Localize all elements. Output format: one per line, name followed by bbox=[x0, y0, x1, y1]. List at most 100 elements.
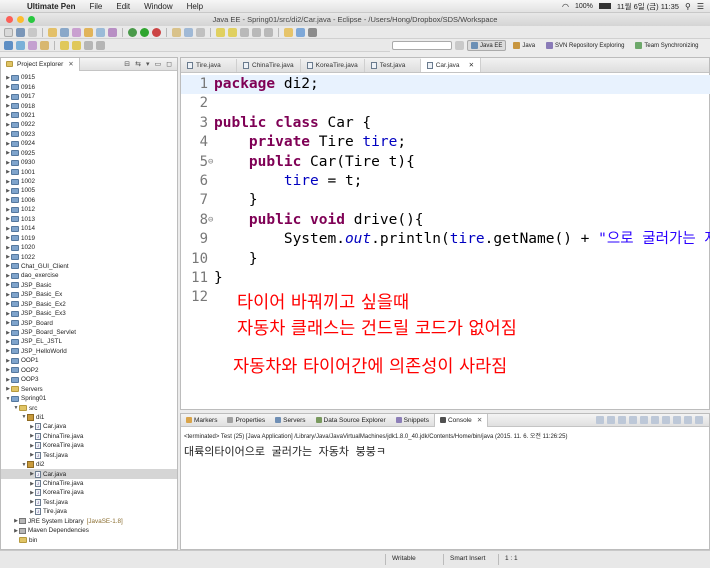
open-console-icon[interactable] bbox=[673, 416, 681, 424]
tree-item[interactable]: ▶ 1005 bbox=[1, 186, 177, 195]
perspective-svn[interactable]: SVN Repository Exploring bbox=[542, 40, 628, 51]
close-window-button[interactable] bbox=[6, 16, 13, 23]
tree-item[interactable]: ▶ JSP_Basic_Ex3 bbox=[1, 309, 177, 318]
minimize-icon[interactable]: ▭ bbox=[155, 60, 162, 68]
tree-item[interactable]: ▶ Maven Dependencies bbox=[1, 526, 177, 535]
tree-item[interactable]: ▶ dao_exercise bbox=[1, 271, 177, 280]
view-tab[interactable]: Console ✕ bbox=[433, 413, 489, 427]
search-icon[interactable] bbox=[184, 27, 193, 37]
new-interface-icon[interactable] bbox=[108, 27, 117, 37]
tree-item[interactable]: ▶ OOP2 bbox=[1, 366, 177, 375]
annotation-prev-icon[interactable] bbox=[228, 27, 237, 37]
tree-item[interactable]: ▶ 0917 bbox=[1, 92, 177, 101]
open-type-hierarchy-icon[interactable] bbox=[284, 27, 293, 37]
fold-collapse-icon[interactable]: ⊖ bbox=[208, 211, 213, 230]
show-whitespace-icon[interactable] bbox=[40, 40, 49, 50]
minimize-window-button[interactable] bbox=[17, 16, 24, 23]
battery-text[interactable]: 100% bbox=[575, 3, 593, 10]
editor-tab[interactable]: Tire.java bbox=[181, 59, 237, 72]
view-tab[interactable]: Servers bbox=[270, 414, 310, 427]
open-folder-icon[interactable] bbox=[172, 27, 181, 37]
tab-project-explorer[interactable]: Project Explorer ✕ bbox=[1, 57, 80, 71]
tree-item[interactable]: ▶ 1001 bbox=[1, 167, 177, 176]
tree-item[interactable]: ▼ di2 bbox=[1, 460, 177, 469]
tree-item[interactable]: ▶ 1002 bbox=[1, 177, 177, 186]
view-tab[interactable]: Snippets bbox=[391, 414, 434, 427]
tree-item[interactable]: ▶ JRE System Library [JavaSE-1.8] bbox=[1, 517, 177, 526]
editor-tab[interactable]: KoreaTire.java bbox=[301, 59, 365, 72]
tree-item[interactable]: ▶ 1006 bbox=[1, 196, 177, 205]
tree-item[interactable]: ▶ J KoreaTire.java bbox=[1, 488, 177, 497]
tree-item[interactable]: ▶ 1014 bbox=[1, 224, 177, 233]
toggle-mark-icon[interactable] bbox=[196, 27, 205, 37]
external-tools-icon[interactable] bbox=[152, 27, 161, 37]
tree-item[interactable]: bin bbox=[1, 535, 177, 544]
tree-item[interactable]: ▶ J Test.java bbox=[1, 498, 177, 507]
tree-item[interactable]: ▶ J Tire.java bbox=[1, 507, 177, 516]
perspective-java-ee[interactable]: Java EE bbox=[467, 40, 507, 51]
last-edit-icon[interactable] bbox=[240, 27, 249, 37]
tree-item[interactable]: ▶ J Car.java bbox=[1, 422, 177, 431]
forward-nav-icon[interactable] bbox=[96, 40, 105, 50]
editor-tab[interactable]: Car.java ✕ bbox=[420, 58, 482, 72]
battery-icon[interactable] bbox=[598, 3, 611, 9]
java-browsing-icon[interactable] bbox=[296, 27, 305, 37]
new-package-icon[interactable] bbox=[84, 27, 93, 37]
tree-item[interactable]: ▶ J ChinaTire.java bbox=[1, 479, 177, 488]
pin-console-icon[interactable] bbox=[651, 416, 659, 424]
terminal-icon[interactable] bbox=[308, 27, 317, 37]
close-icon[interactable]: ✕ bbox=[477, 416, 482, 424]
display-console-icon[interactable] bbox=[662, 416, 670, 424]
tree-item[interactable]: ▶ 0923 bbox=[1, 130, 177, 139]
skip-breakpoints-icon[interactable] bbox=[4, 40, 13, 50]
save-icon[interactable] bbox=[16, 27, 25, 37]
toggle-block-icon[interactable] bbox=[28, 40, 37, 50]
menu-app-name[interactable]: Ultimate Pen bbox=[27, 2, 75, 11]
tree-item[interactable]: ▶ JSP_EL_JSTL bbox=[1, 337, 177, 346]
new-java-project-icon[interactable] bbox=[72, 27, 81, 37]
perspective-team-sync[interactable]: Team Synchronizing bbox=[631, 40, 702, 51]
code-area[interactable]: 1 package di2; 2 3 public class Car { 4 pr… bbox=[181, 75, 710, 410]
tree-item[interactable]: ▶ JSP_HelloWorld bbox=[1, 347, 177, 356]
tree-item[interactable]: ▼ src bbox=[1, 403, 177, 412]
forward-icon[interactable] bbox=[264, 27, 273, 37]
zoom-window-button[interactable] bbox=[28, 16, 35, 23]
tree-item[interactable]: ▼ di1 bbox=[1, 413, 177, 422]
close-tab-icon[interactable]: ✕ bbox=[469, 61, 474, 69]
tree-item[interactable]: ▶ JSP_Board_Servlet bbox=[1, 328, 177, 337]
word-wrap-icon[interactable] bbox=[640, 416, 648, 424]
toggle-breadcrumb-icon[interactable] bbox=[16, 40, 25, 50]
menu-file[interactable]: File bbox=[89, 2, 102, 11]
back-nav-icon[interactable] bbox=[84, 40, 93, 50]
tree-item[interactable]: ▶ J ChinaTire.java bbox=[1, 432, 177, 441]
tree-item[interactable]: ▶ JSP_Basic bbox=[1, 281, 177, 290]
new-icon[interactable] bbox=[4, 27, 13, 37]
tree-item[interactable]: ▶ 0925 bbox=[1, 149, 177, 158]
tree-item[interactable]: ▼ Spring01 bbox=[1, 394, 177, 403]
editor-tab[interactable]: Test.java bbox=[365, 59, 421, 72]
tree-item[interactable]: ▶ 0921 bbox=[1, 111, 177, 120]
tree-item[interactable]: ▶ 0918 bbox=[1, 101, 177, 110]
print-icon[interactable] bbox=[28, 27, 37, 37]
view-tab[interactable]: Properties bbox=[222, 414, 270, 427]
view-tab[interactable]: Data Source Explorer bbox=[311, 414, 391, 427]
minimize-icon[interactable] bbox=[684, 416, 692, 424]
editor-tab[interactable]: ChinaTire.java bbox=[237, 59, 301, 72]
tree-item[interactable]: ▶ JSP_Basic_Ex2 bbox=[1, 300, 177, 309]
tree-item[interactable]: ▶ 0924 bbox=[1, 139, 177, 148]
tree-item[interactable]: ▶ J Car.java bbox=[1, 469, 177, 479]
scroll-lock-icon[interactable] bbox=[629, 416, 637, 424]
spotlight-icon[interactable]: ⚲ bbox=[685, 2, 691, 11]
perspective-java[interactable]: Java bbox=[509, 40, 539, 51]
tree-item[interactable]: ▶ 1012 bbox=[1, 205, 177, 214]
annotation-next-icon[interactable] bbox=[216, 27, 225, 37]
tree-item[interactable]: ▶ OOP3 bbox=[1, 375, 177, 384]
menu-list-icon[interactable]: ☰ bbox=[697, 2, 704, 11]
maximize-icon[interactable]: ◻ bbox=[166, 60, 172, 68]
tree-item[interactable]: ▶ 0922 bbox=[1, 120, 177, 129]
menu-help[interactable]: Help bbox=[187, 2, 203, 11]
remove-launch-icon[interactable] bbox=[607, 416, 615, 424]
debug-icon[interactable] bbox=[128, 27, 137, 37]
wifi-icon[interactable]: ◠ bbox=[562, 2, 569, 11]
tree-item[interactable]: ▶ J KoreaTire.java bbox=[1, 441, 177, 450]
